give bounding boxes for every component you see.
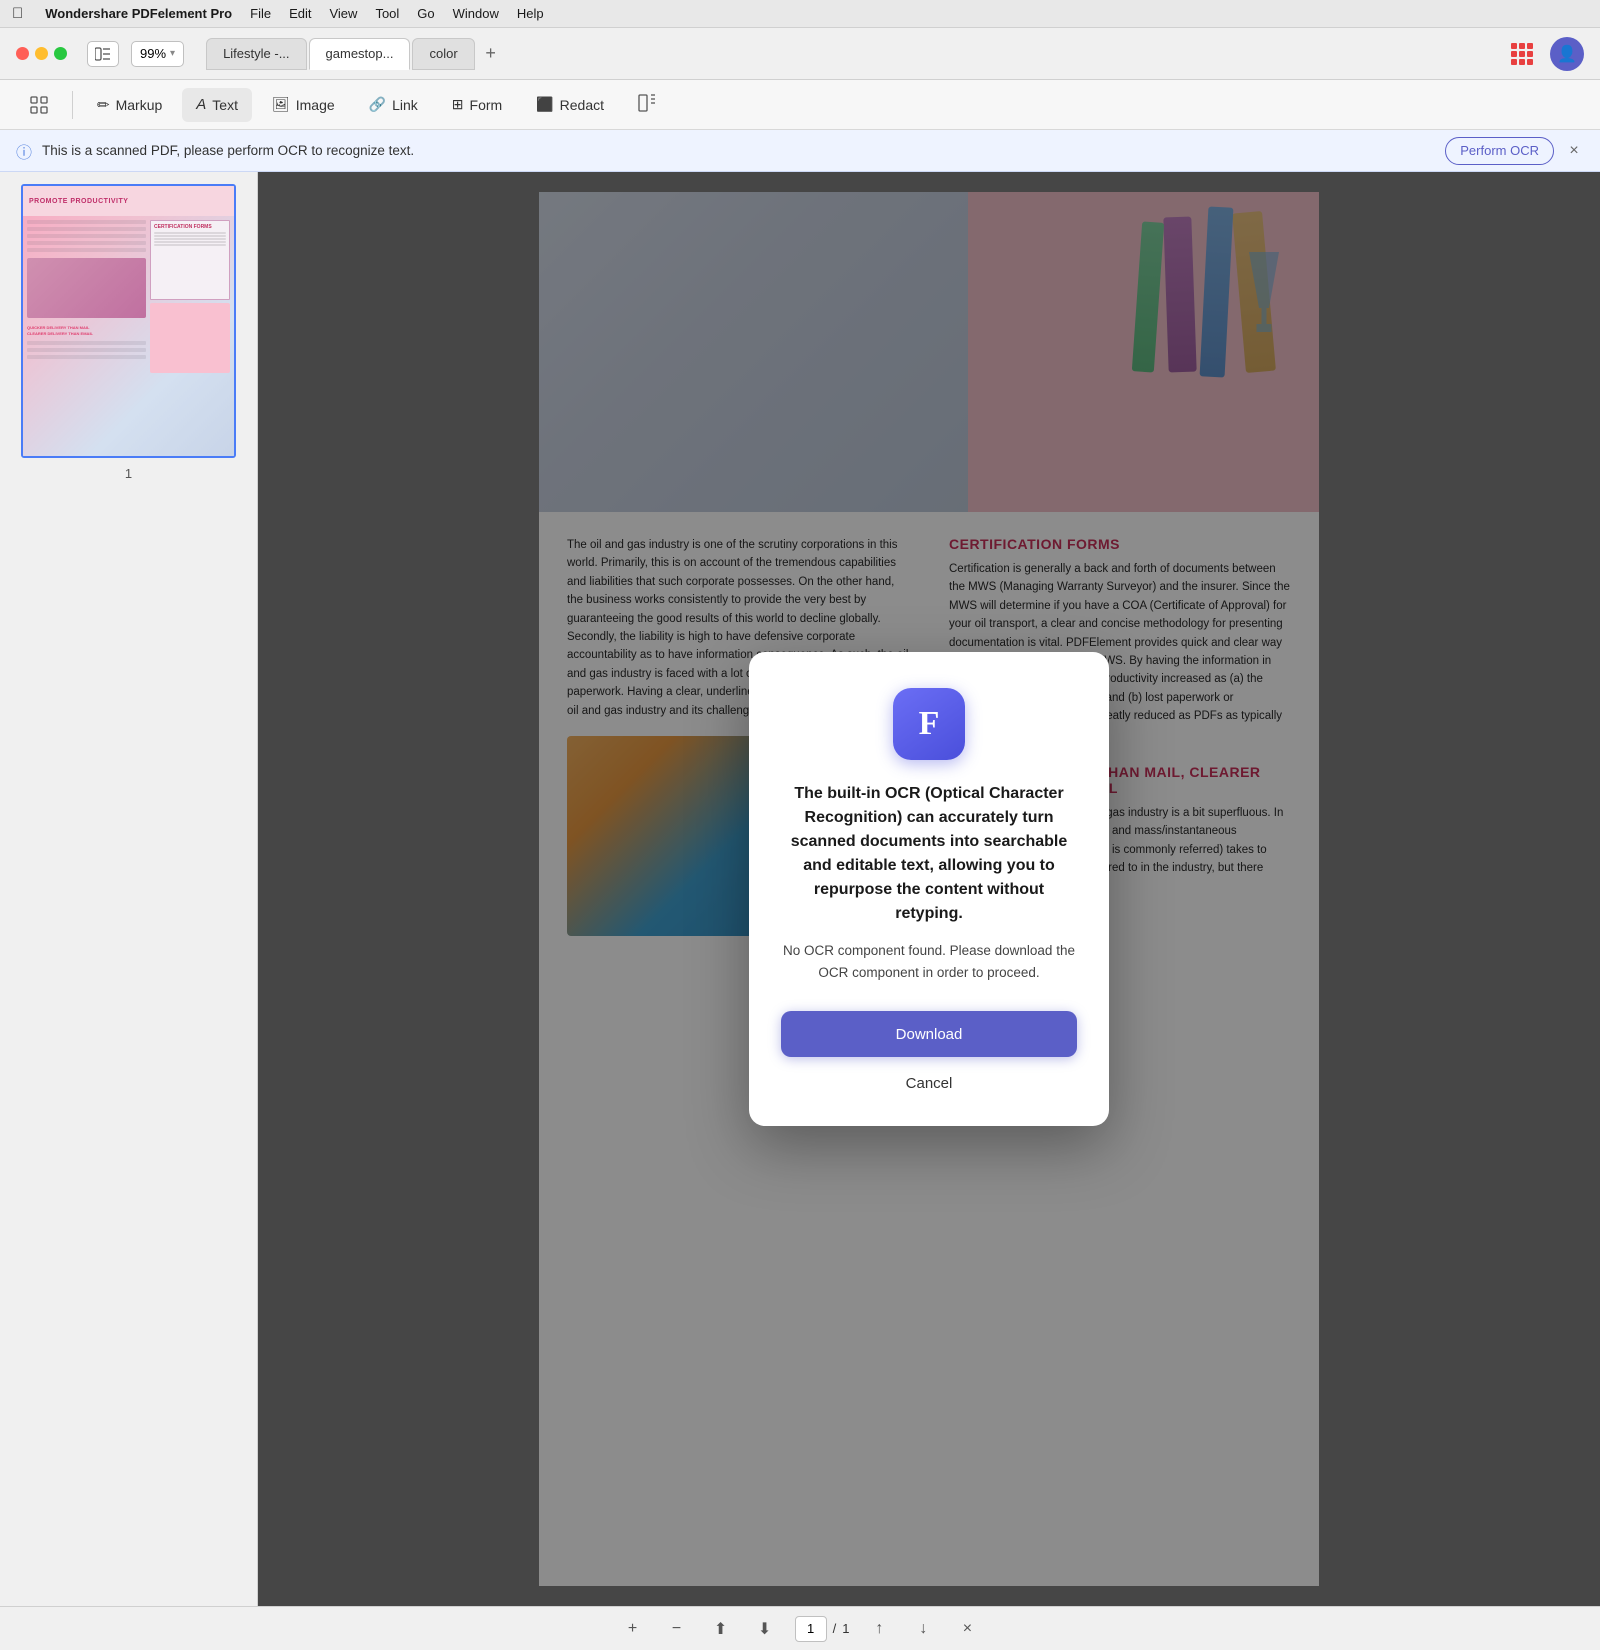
minimize-window-button[interactable] bbox=[35, 47, 48, 60]
apple-logo:  bbox=[12, 5, 23, 22]
modal-cancel-button[interactable]: Cancel bbox=[886, 1069, 973, 1098]
menu-view[interactable]: View bbox=[329, 6, 357, 21]
page-thumbnail[interactable]: PROMOTE PRODUCTIVITY QUICKER DELIVERY TH… bbox=[21, 184, 236, 458]
add-tab-button[interactable]: + bbox=[477, 40, 505, 68]
zoom-value: 99% bbox=[140, 46, 166, 61]
redact-icon: ⬛ bbox=[536, 96, 553, 113]
text-label: Text bbox=[212, 97, 238, 113]
layout-icon bbox=[638, 94, 656, 115]
toolbar-all-tools-button[interactable] bbox=[16, 88, 62, 122]
close-bottom-button[interactable]: × bbox=[953, 1615, 981, 1643]
image-icon: 🖼 bbox=[272, 96, 290, 113]
menu-go[interactable]: Go bbox=[417, 6, 434, 21]
menu-file[interactable]: File bbox=[250, 6, 271, 21]
maximize-window-button[interactable] bbox=[54, 47, 67, 60]
grid-view-button[interactable] bbox=[1506, 38, 1538, 70]
modal-description: No OCR component found. Please download … bbox=[781, 940, 1077, 983]
bottom-bar: + − ⬆ ⬇ / 1 ↑ ↓ × bbox=[0, 1606, 1600, 1650]
redact-label: Redact bbox=[560, 97, 604, 113]
link-icon: 🔗 bbox=[369, 96, 386, 113]
ocr-modal: F The built-in OCR (Optical Character Re… bbox=[749, 652, 1109, 1126]
toolbar-divider bbox=[72, 91, 73, 119]
total-pages: 1 bbox=[842, 1621, 849, 1636]
tab-lifestyle[interactable]: Lifestyle -... bbox=[206, 38, 306, 70]
form-icon: ⊞ bbox=[452, 96, 464, 113]
sidebar: PROMOTE PRODUCTIVITY QUICKER DELIVERY TH… bbox=[0, 172, 258, 1606]
menu-help[interactable]: Help bbox=[517, 6, 544, 21]
toolbar-layout-button[interactable] bbox=[624, 88, 670, 122]
zoom-control[interactable]: 99% ▾ bbox=[131, 41, 184, 67]
fit-bottom-button[interactable]: ⬇ bbox=[751, 1615, 779, 1643]
page-number: 1 bbox=[125, 466, 132, 481]
page-down-button[interactable]: ↓ bbox=[909, 1615, 937, 1643]
chevron-down-icon: ▾ bbox=[170, 48, 175, 59]
ocr-banner: ⓘ This is a scanned PDF, please perform … bbox=[0, 130, 1600, 172]
markup-label: Markup bbox=[116, 97, 163, 113]
app-name[interactable]: Wondershare PDFelement Pro bbox=[45, 6, 232, 21]
page-info: / 1 bbox=[795, 1616, 850, 1642]
menu-edit[interactable]: Edit bbox=[289, 6, 311, 21]
tabs-area: Lifestyle -... gamestop... color + bbox=[206, 38, 1494, 70]
toolbar-redact-button[interactable]: ⬛ Redact bbox=[522, 88, 618, 122]
traffic-lights bbox=[16, 47, 67, 60]
thumbnail-image: PROMOTE PRODUCTIVITY QUICKER DELIVERY TH… bbox=[23, 186, 234, 456]
menu-tool[interactable]: Tool bbox=[375, 6, 399, 21]
tab-color[interactable]: color bbox=[412, 38, 474, 70]
menu-window[interactable]: Window bbox=[453, 6, 499, 21]
fit-top-button[interactable]: ⬆ bbox=[707, 1615, 735, 1643]
toolbar-form-button[interactable]: ⊞ Form bbox=[438, 88, 516, 122]
zoom-out-button[interactable]: − bbox=[663, 1615, 691, 1643]
secondary-toolbar: ✏ Markup A Text 🖼 Image 🔗 Link ⊞ Form ⬛ … bbox=[0, 80, 1600, 130]
form-label: Form bbox=[470, 97, 503, 113]
ocr-banner-message: This is a scanned PDF, please perform OC… bbox=[42, 143, 1435, 158]
modal-app-icon: F bbox=[893, 688, 965, 760]
sidebar-toggle-button[interactable] bbox=[87, 41, 119, 67]
page-separator: / bbox=[833, 1621, 837, 1636]
toolbar-text-button[interactable]: A Text bbox=[182, 88, 252, 122]
info-icon: ⓘ bbox=[16, 139, 32, 163]
menu-bar:  Wondershare PDFelement Pro File Edit V… bbox=[0, 0, 1600, 28]
toolbar-image-button[interactable]: 🖼 Image bbox=[258, 88, 349, 122]
modal-icon-letter: F bbox=[919, 705, 940, 743]
user-avatar[interactable]: 👤 bbox=[1550, 37, 1584, 71]
title-bar: 99% ▾ Lifestyle -... gamestop... color +… bbox=[0, 28, 1600, 80]
close-window-button[interactable] bbox=[16, 47, 29, 60]
image-label: Image bbox=[296, 97, 335, 113]
close-banner-button[interactable]: × bbox=[1564, 141, 1584, 161]
avatar-icon: 👤 bbox=[1557, 44, 1577, 64]
tab-gamestop[interactable]: gamestop... bbox=[309, 38, 411, 70]
toolbar-link-button[interactable]: 🔗 Link bbox=[355, 88, 432, 122]
current-page-input[interactable] bbox=[795, 1616, 827, 1642]
modal-title: The built-in OCR (Optical Character Reco… bbox=[781, 782, 1077, 926]
toolbar-markup-button[interactable]: ✏ Markup bbox=[83, 88, 176, 122]
perform-ocr-button[interactable]: Perform OCR bbox=[1445, 137, 1554, 165]
pdf-area[interactable]: The oil and gas industry is one of the s… bbox=[258, 172, 1600, 1606]
markup-icon: ✏ bbox=[97, 96, 110, 114]
modal-download-button[interactable]: Download bbox=[781, 1011, 1077, 1057]
page-up-button[interactable]: ↑ bbox=[865, 1615, 893, 1643]
main-area: PROMOTE PRODUCTIVITY QUICKER DELIVERY TH… bbox=[0, 172, 1600, 1606]
text-icon: A bbox=[196, 96, 206, 113]
modal-overlay: F The built-in OCR (Optical Character Re… bbox=[258, 172, 1600, 1606]
zoom-in-button[interactable]: + bbox=[619, 1615, 647, 1643]
link-label: Link bbox=[392, 97, 418, 113]
